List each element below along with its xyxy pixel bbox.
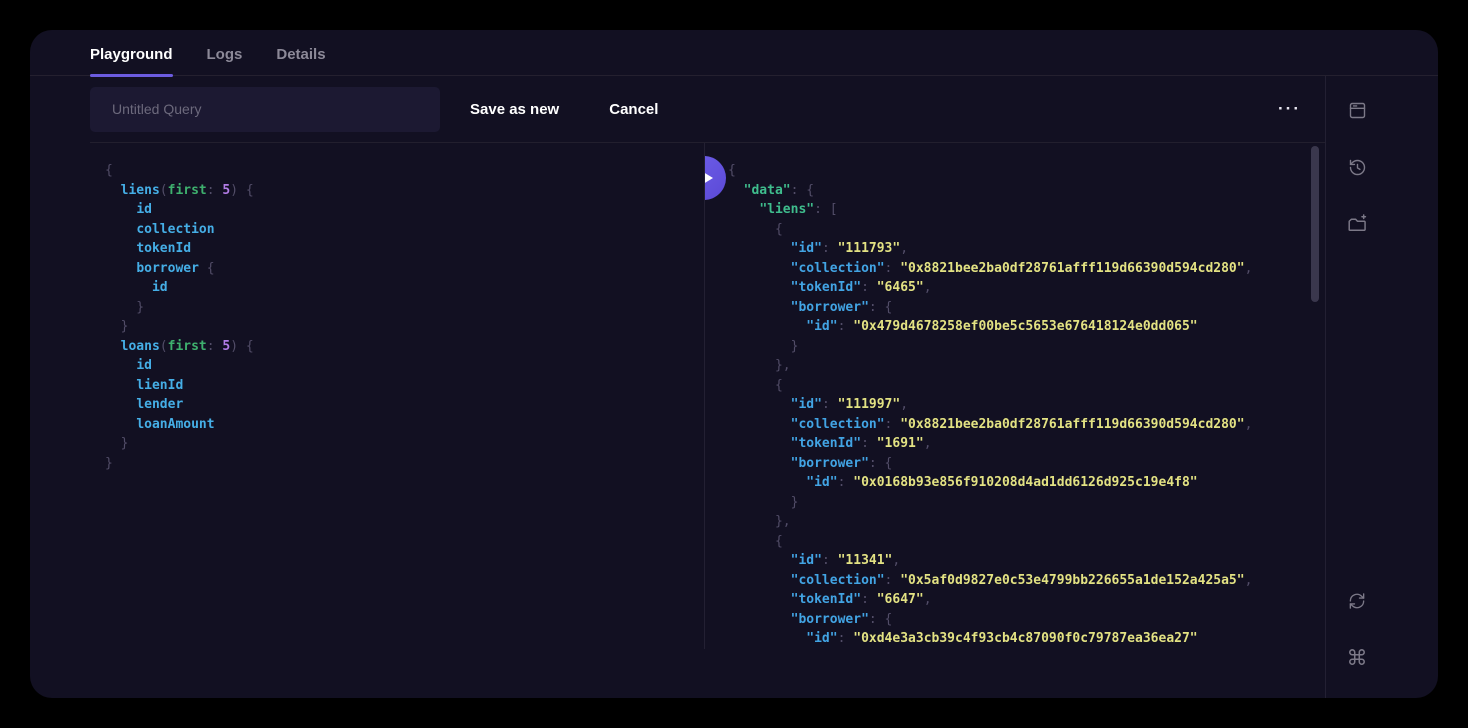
refresh-button[interactable] xyxy=(1345,589,1369,613)
response-pane: { "data": { "liens": [ { "id": "111793",… xyxy=(705,143,1325,649)
new-folder-icon xyxy=(1346,213,1368,235)
code-line: "tokenId": "6465", xyxy=(728,278,1325,298)
code-line: { xyxy=(728,532,1325,552)
code-line: id xyxy=(105,200,704,220)
code-line: } xyxy=(105,298,704,318)
tab-logs-label: Logs xyxy=(207,46,243,63)
playground-window: Playground Logs Details Save as new Canc… xyxy=(30,30,1438,698)
run-query-button[interactable] xyxy=(705,156,726,200)
code-line: "collection": "0x8821bee2ba0df28761afff1… xyxy=(728,415,1325,435)
tab-playground[interactable]: Playground xyxy=(90,30,173,75)
code-line: loanAmount xyxy=(105,415,704,435)
code-line: } xyxy=(105,317,704,337)
code-line: } xyxy=(728,337,1325,357)
play-icon xyxy=(705,170,713,186)
response-viewer: { "data": { "liens": [ { "id": "111793",… xyxy=(728,161,1325,649)
code-line: id xyxy=(105,356,704,376)
code-line: lienId xyxy=(105,376,704,396)
save-as-new-button[interactable]: Save as new xyxy=(470,101,559,118)
history-icon xyxy=(1347,157,1368,178)
toolbar: Save as new Cancel ··· xyxy=(90,76,1325,143)
code-line: id xyxy=(105,278,704,298)
refresh-icon xyxy=(1347,591,1367,611)
query-name-input[interactable] xyxy=(90,87,440,132)
code-line: loans(first: 5) { xyxy=(105,337,704,357)
sidebar-spacer xyxy=(1345,236,1438,589)
tab-playground-label: Playground xyxy=(90,46,173,63)
history-button[interactable] xyxy=(1345,155,1369,179)
new-folder-button[interactable] xyxy=(1345,212,1369,236)
code-line: "id": "11341", xyxy=(728,551,1325,571)
code-line: "collection": "0x5af0d9827e0c53e4799bb22… xyxy=(728,571,1325,591)
code-line: }, xyxy=(728,512,1325,532)
code-line: tokenId xyxy=(105,239,704,259)
code-line: borrower { xyxy=(105,259,704,279)
main-column: Save as new Cancel ··· { liens(first: 5)… xyxy=(30,76,1325,698)
code-line: "borrower": { xyxy=(728,610,1325,630)
code-line: "id": "0x479d4678258ef00be5c5653e6764181… xyxy=(728,317,1325,337)
body-row: Save as new Cancel ··· { liens(first: 5)… xyxy=(30,76,1438,698)
response-scrollbar[interactable] xyxy=(1311,146,1319,302)
more-options-button[interactable]: ··· xyxy=(1278,99,1301,119)
active-tab-underline xyxy=(90,74,173,77)
code-line: "id": "0xd4e3a3cb39c4f93cb4c87090f0c7978… xyxy=(728,629,1325,649)
command-shortcut-button[interactable]: ⌘ xyxy=(1345,646,1369,670)
tab-details-label: Details xyxy=(276,46,325,63)
icon-sidebar: ⌘ xyxy=(1325,76,1438,698)
save-query-button[interactable] xyxy=(1345,98,1369,122)
code-line: "tokenId": "1691", xyxy=(728,434,1325,454)
code-line: "borrower": { xyxy=(728,454,1325,474)
code-line: { xyxy=(728,220,1325,240)
code-line: "id": "0x0168b93e856f910208d4ad1dd6126d9… xyxy=(728,473,1325,493)
code-line: lender xyxy=(105,395,704,415)
code-line: "id": "111997", xyxy=(728,395,1325,415)
code-line: "liens": [ xyxy=(728,200,1325,220)
code-line: "collection": "0x8821bee2ba0df28761afff1… xyxy=(728,259,1325,279)
code-line: } xyxy=(728,493,1325,513)
tab-logs[interactable]: Logs xyxy=(207,30,243,75)
code-line: { xyxy=(728,161,1325,181)
tab-details[interactable]: Details xyxy=(276,30,325,75)
code-line: "tokenId": "6647", xyxy=(728,590,1325,610)
code-line: "id": "111793", xyxy=(728,239,1325,259)
code-line: } xyxy=(105,434,704,454)
code-line: collection xyxy=(105,220,704,240)
code-line: "borrower": { xyxy=(728,298,1325,318)
content-area: { liens(first: 5) { id collection tokenI… xyxy=(30,143,1325,649)
code-line: "data": { xyxy=(728,181,1325,201)
code-line: } xyxy=(105,454,704,474)
code-line: { xyxy=(728,376,1325,396)
code-line: }, xyxy=(728,356,1325,376)
command-icon: ⌘ xyxy=(1347,648,1368,669)
cancel-button[interactable]: Cancel xyxy=(609,101,658,118)
save-query-icon xyxy=(1347,100,1368,121)
query-editor[interactable]: { liens(first: 5) { id collection tokenI… xyxy=(30,143,705,649)
tab-bar: Playground Logs Details xyxy=(30,30,1438,76)
code-line: liens(first: 5) { xyxy=(105,181,704,201)
code-line: { xyxy=(105,161,704,181)
